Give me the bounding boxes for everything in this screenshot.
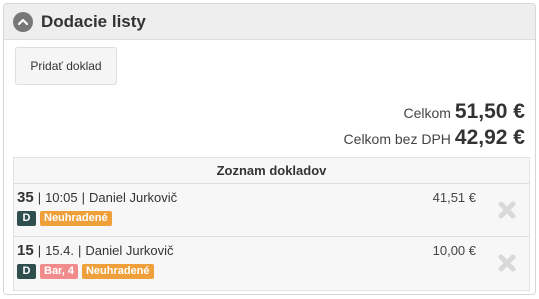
document-person: Daniel Jurkovič	[85, 243, 174, 258]
totals: Celkom 51,50 € Celkom bez DPH 42,92 €	[344, 100, 525, 150]
chevron-up-icon[interactable]	[13, 11, 33, 32]
document-row[interactable]: 35 | 10:05 | Daniel Jurkovič D Neuhraden…	[14, 184, 529, 237]
bar-table-badge: Bar, 4	[40, 264, 78, 279]
panel-header[interactable]: Dodacie listy	[4, 4, 535, 40]
separator: |	[37, 243, 42, 258]
total-excl-vat-value: 42,92 €	[454, 126, 525, 149]
document-amount: 41,51 €	[432, 190, 476, 205]
add-document-button[interactable]: Pridať doklad	[15, 47, 117, 85]
delete-icon[interactable]	[497, 253, 517, 273]
document-list-header: Zoznam dokladov	[14, 158, 529, 184]
document-time: 15.4.	[45, 243, 74, 258]
total-value: 51,50 €	[454, 100, 525, 123]
type-badge: D	[17, 264, 36, 279]
delivery-notes-panel: Dodacie listy Pridať doklad Celkom 51,50…	[3, 3, 536, 295]
delete-icon[interactable]	[497, 200, 517, 220]
total-line: Celkom 51,50 €	[344, 100, 525, 124]
separator: |	[81, 190, 86, 205]
document-person: Daniel Jurkovič	[89, 190, 178, 205]
document-number: 15	[17, 242, 34, 259]
panel-title: Dodacie listy	[41, 11, 146, 31]
status-badge: Neuhradené	[40, 211, 112, 226]
type-badge: D	[17, 211, 36, 226]
total-label: Celkom	[403, 105, 451, 121]
document-badges: D Neuhradené	[17, 211, 112, 226]
document-amount: 10,00 €	[432, 243, 476, 258]
status-badge: Neuhradené	[81, 264, 154, 279]
document-summary: 15 | 15.4. | Daniel Jurkovič	[17, 242, 174, 259]
separator: |	[78, 243, 82, 258]
separator: |	[37, 190, 42, 205]
total-excl-vat-line: Celkom bez DPH 42,92 €	[344, 126, 525, 150]
document-badges: D Bar, 4 Neuhradené	[17, 264, 154, 279]
document-row[interactable]: 15 | 15.4. | Daniel Jurkovič D Bar, 4 Ne…	[14, 237, 529, 290]
document-summary: 35 | 10:05 | Daniel Jurkovič	[17, 189, 177, 206]
document-number: 35	[17, 189, 34, 206]
total-excl-vat-label: Celkom bez DPH	[343, 131, 451, 147]
document-list: Zoznam dokladov 35 | 10:05 | Daniel Jurk…	[13, 157, 530, 291]
document-time: 10:05	[45, 190, 78, 205]
